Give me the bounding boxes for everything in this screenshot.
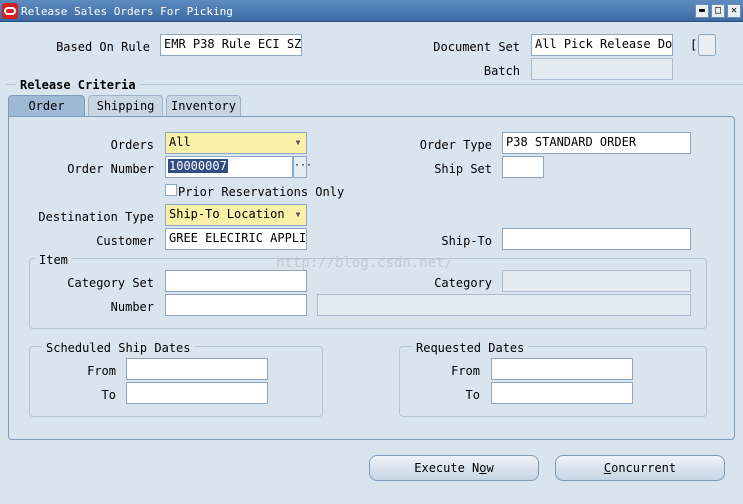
category-set-label: Category Set	[67, 276, 154, 290]
scheduled-to-label: To	[101, 388, 116, 402]
orders-label: Orders	[110, 138, 154, 152]
close-icon[interactable]: ✕	[727, 4, 741, 18]
scheduled-from-field[interactable]	[126, 358, 268, 380]
concurrent-label-post: oncurrent	[611, 461, 677, 475]
prior-reservations-checkbox[interactable]	[165, 184, 177, 196]
requested-dates-title: Requested Dates	[412, 341, 529, 355]
chevron-down-icon: ▼	[295, 210, 301, 219]
order-type-field[interactable]: P38 STANDARD ORDER	[502, 132, 691, 154]
destination-type-value: Ship-To Location	[169, 207, 285, 221]
ship-set-label: Ship Set	[434, 162, 492, 176]
order-number-value: 10000007	[168, 159, 228, 173]
category-set-field[interactable]	[165, 270, 307, 292]
batch-field[interactable]	[531, 58, 673, 80]
category-label: Category	[434, 276, 492, 290]
descriptive-flexfield-bracket: [	[690, 38, 698, 52]
scheduled-ship-dates-title: Scheduled Ship Dates	[42, 341, 195, 355]
ship-to-field[interactable]	[502, 228, 691, 250]
destination-type-dropdown[interactable]: Ship-To Location ▼	[165, 204, 307, 226]
orders-value: All	[169, 135, 191, 149]
requested-to-label: To	[465, 388, 480, 402]
concurrent-mnemonic: C	[603, 461, 612, 475]
watermark-text: http://blog.csdn.net/	[276, 255, 454, 271]
ship-set-field[interactable]	[502, 156, 544, 178]
order-type-label: Order Type	[419, 138, 492, 152]
destination-type-label: Destination Type	[38, 210, 154, 224]
requested-from-field[interactable]	[491, 358, 633, 380]
chevron-down-icon: ▼	[295, 138, 301, 147]
execute-now-label-post: w	[486, 461, 494, 475]
order-number-label: Order Number	[67, 162, 154, 176]
item-description-field[interactable]	[317, 294, 691, 316]
ship-to-label: Ship-To	[441, 234, 492, 248]
customer-label: Customer	[96, 234, 154, 248]
order-number-field[interactable]: 10000007	[165, 156, 293, 178]
prior-reservations-label: Prior Reservations Only	[178, 185, 345, 199]
based-on-rule-field[interactable]: EMR P38 Rule ECI SZ	[160, 34, 302, 56]
execute-now-label-pre: Execute N	[414, 461, 480, 475]
execute-now-mnemonic: o	[479, 461, 487, 475]
based-on-rule-label: Based On Rule	[56, 40, 150, 54]
customer-field[interactable]: GREE ELECIRIC APPLIA	[165, 228, 307, 250]
tab-shipping[interactable]: Shipping	[88, 95, 163, 117]
order-number-lov-button[interactable]: ···	[293, 156, 312, 178]
release-criteria-title: Release Criteria	[16, 78, 140, 92]
minimize-icon[interactable]: ▬	[695, 4, 709, 18]
document-set-field[interactable]: All Pick Release Doc	[531, 34, 673, 56]
category-field[interactable]	[502, 270, 691, 292]
item-number-field[interactable]	[165, 294, 307, 316]
orders-dropdown[interactable]: All ▼	[165, 132, 307, 154]
concurrent-button[interactable]: Concurrent	[555, 455, 725, 481]
requested-from-label: From	[451, 364, 480, 378]
item-frame-title: Item	[35, 253, 72, 267]
oracle-app-icon	[2, 3, 18, 19]
window-title-bar: Release Sales Orders For Picking ▬ □ ✕	[0, 0, 743, 22]
maximize-icon[interactable]: □	[711, 4, 725, 18]
tab-inventory[interactable]: Inventory	[166, 95, 241, 117]
document-set-label: Document Set	[433, 40, 520, 54]
tab-order[interactable]: Order	[8, 95, 85, 117]
execute-now-button[interactable]: Execute Now	[369, 455, 539, 481]
window-title: Release Sales Orders For Picking	[21, 5, 233, 18]
batch-label: Batch	[483, 64, 520, 78]
descriptive-flexfield-field[interactable]	[698, 34, 716, 56]
requested-to-field[interactable]	[491, 382, 633, 404]
item-number-label: Number	[110, 300, 154, 314]
scheduled-from-label: From	[87, 364, 116, 378]
scheduled-to-field[interactable]	[126, 382, 268, 404]
